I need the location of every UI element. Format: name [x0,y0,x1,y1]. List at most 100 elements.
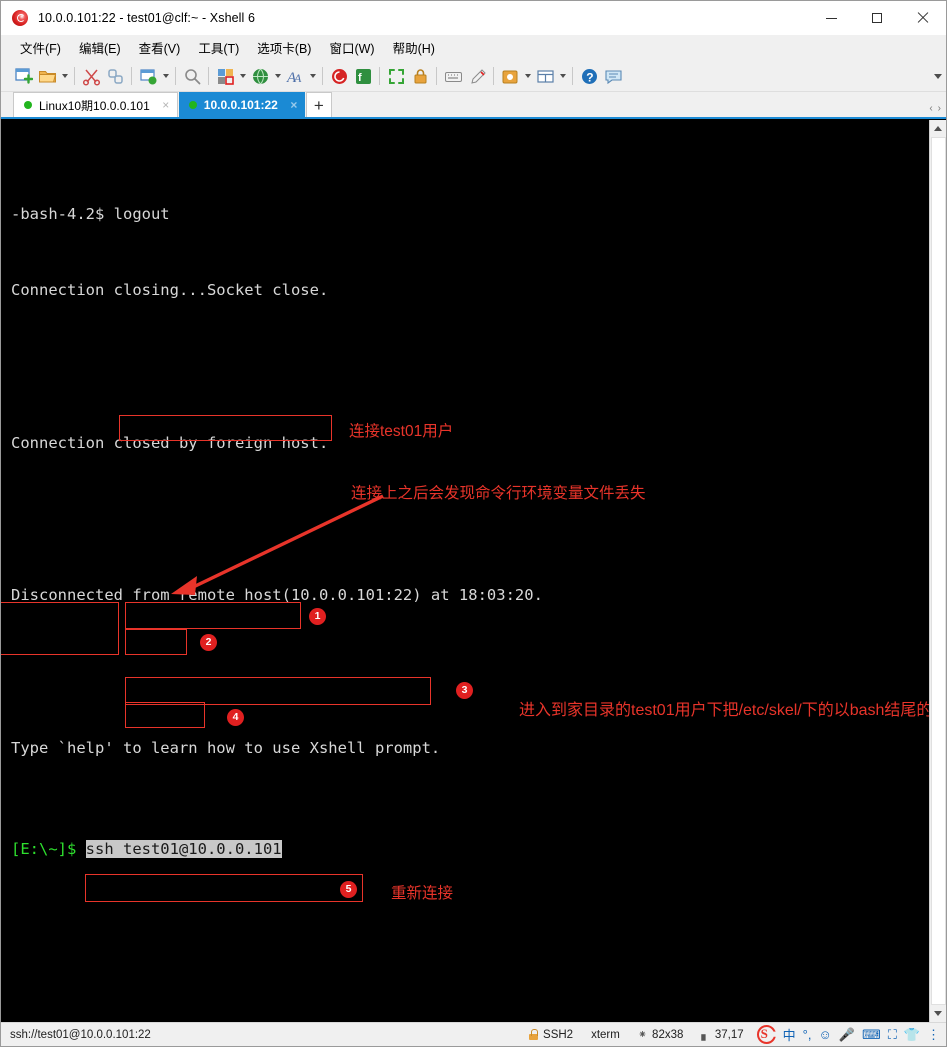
terminal-scrollbar[interactable] [929,120,946,1022]
local-prompt: [E:\~]$ [11,840,86,859]
sogou-ime-icon[interactable]: S [757,1025,776,1044]
marker-3: 3 [456,682,473,699]
highlight-box-logout [125,702,205,728]
transfer-dropdown-icon[interactable] [237,64,248,88]
highlight-pen-icon[interactable] [465,64,489,88]
scroll-up-button[interactable] [929,120,946,137]
xftp-icon[interactable]: f [351,64,375,88]
scroll-down-button[interactable] [929,1005,946,1022]
terminal-line: Disconnected from remote host(10.0.0.101… [11,586,543,605]
window-controls [808,1,946,35]
transfer-icon[interactable] [213,64,237,88]
toolbar: A A f ? [1,61,946,92]
status-terminal-type: xterm [591,1028,620,1041]
keyboard-icon[interactable] [441,64,465,88]
menu-help[interactable]: 帮助(H) [384,35,444,60]
toolbar-separator [175,67,176,85]
tab-10-0-0-101-22[interactable]: 10.0.0.101:22 × [178,92,305,117]
new-tab-button[interactable]: + [305,92,332,117]
annotation-reconnect: 重新连接 [391,885,454,902]
status-size: 82x38 [652,1028,684,1041]
microphone-icon[interactable]: 🎤 [839,1027,855,1043]
open-folder-icon[interactable] [35,64,59,88]
font-icon[interactable]: A A [283,64,307,88]
cursor-position-icon: ▖ [701,1029,710,1041]
tab-label: 10.0.0.101:22 [203,97,278,112]
window-title: 10.0.0.101:22 - test01@clf:~ - Xshell 6 [38,11,256,25]
cut-icon[interactable] [79,64,103,88]
terminal-line: -bash-4.2$ logout [11,205,170,224]
xshell-window: 10.0.0.101:22 - test01@clf:~ - Xshell 6 … [0,0,947,1047]
shirt-icon[interactable]: 👕 [904,1027,920,1043]
toolbar-separator [493,67,494,85]
lock-icon [529,1029,539,1040]
tab-nav-prev-icon[interactable]: ‹ [928,103,933,114]
globe-icon[interactable] [248,64,272,88]
scrollbar-thumb[interactable] [930,137,946,1005]
compose-dropdown-icon[interactable] [522,64,533,88]
svg-text:?: ? [586,70,593,84]
xshell-rose-icon[interactable] [327,64,351,88]
toolbar-separator [74,67,75,85]
help-icon[interactable]: ? [577,64,601,88]
compose-icon[interactable] [498,64,522,88]
font-dropdown-icon[interactable] [307,64,318,88]
maximize-button[interactable] [854,1,900,35]
terminal-output[interactable]: -bash-4.2$ logout Connection closing...S… [1,120,929,1022]
layout-icon[interactable] [533,64,557,88]
lock-icon[interactable] [408,64,432,88]
session-properties-dropdown-icon[interactable] [160,64,171,88]
session-properties-icon[interactable] [136,64,160,88]
new-session-icon[interactable] [11,64,35,88]
keyboard-icon[interactable]: ⌨ [862,1027,881,1043]
tab-nav-next-icon[interactable]: › [937,103,942,114]
status-cursor-position: 37,17 [714,1028,744,1041]
title-bar: 10.0.0.101:22 - test01@clf:~ - Xshell 6 [1,1,946,35]
annotation-env-lost: 连接上之后会发现命令行环境变量文件丢失 [351,485,646,502]
tab-linux10[interactable]: Linux10期10.0.0.101 × [13,92,178,117]
menu-tabs[interactable]: 选项卡(B) [248,35,320,60]
ime-mode[interactable]: 中 [783,1025,796,1044]
toolbar-overflow-icon[interactable] [934,61,942,92]
copy-link-icon[interactable] [103,64,127,88]
status-terminal-type-cell: xterm [582,1029,629,1041]
menu-tools[interactable]: 工具(T) [189,35,248,60]
terminal-line: Type `help' to learn how to use Xshell p… [11,738,441,757]
tab-status-dot-icon [24,101,32,109]
ime-punctuation[interactable]: °, [803,1027,812,1042]
status-position-cell: ▖ 37,17 [692,1028,752,1042]
smiley-icon[interactable]: ☺ [818,1027,831,1042]
menu-icon[interactable]: ⋮ [927,1027,940,1043]
marker-1: 1 [309,608,326,625]
tab-close-icon[interactable]: × [288,98,300,112]
menu-view[interactable]: 查看(V) [130,35,190,60]
toolbar-separator [322,67,323,85]
find-icon[interactable] [180,64,204,88]
layout-dropdown-icon[interactable] [557,64,568,88]
xshell-rose-icon [12,9,29,27]
screenshot-icon[interactable]: ⛶ [888,1027,897,1043]
terminal-line: Connection closing...Socket close. [11,281,329,300]
close-button[interactable] [900,1,946,35]
terminal-line: Connection closed by foreign host. [11,433,329,452]
terminal-prompt-line-ssh1: [E:\~]$ ssh test01@10.0.0.101 [11,837,929,862]
terminal-area: -bash-4.2$ logout Connection closing...S… [1,119,946,1022]
status-size-cell: ⁕ 82x38 [629,1028,693,1042]
status-protocol: SSH2 [543,1028,574,1041]
tab-label: Linux10期10.0.0.101 [39,98,150,113]
fullscreen-icon[interactable] [384,64,408,88]
menu-edit[interactable]: 编辑(E) [70,35,130,60]
chat-icon[interactable] [601,64,625,88]
ime-tray: S 中 °, ☺ 🎤 ⌨ ⛶ 👕 ⋮ [753,1025,946,1044]
menu-window[interactable]: 窗口(W) [320,35,383,60]
menu-file[interactable]: 文件(F) [11,35,70,60]
open-folder-dropdown-icon[interactable] [59,64,70,88]
scrollbar-track[interactable] [929,137,946,1005]
status-connection: ssh://test01@10.0.0.101:22 [10,1028,151,1041]
minimize-button[interactable] [808,1,854,35]
tab-close-icon[interactable]: × [160,98,172,112]
svg-text:A: A [293,71,302,85]
globe-dropdown-icon[interactable] [272,64,283,88]
